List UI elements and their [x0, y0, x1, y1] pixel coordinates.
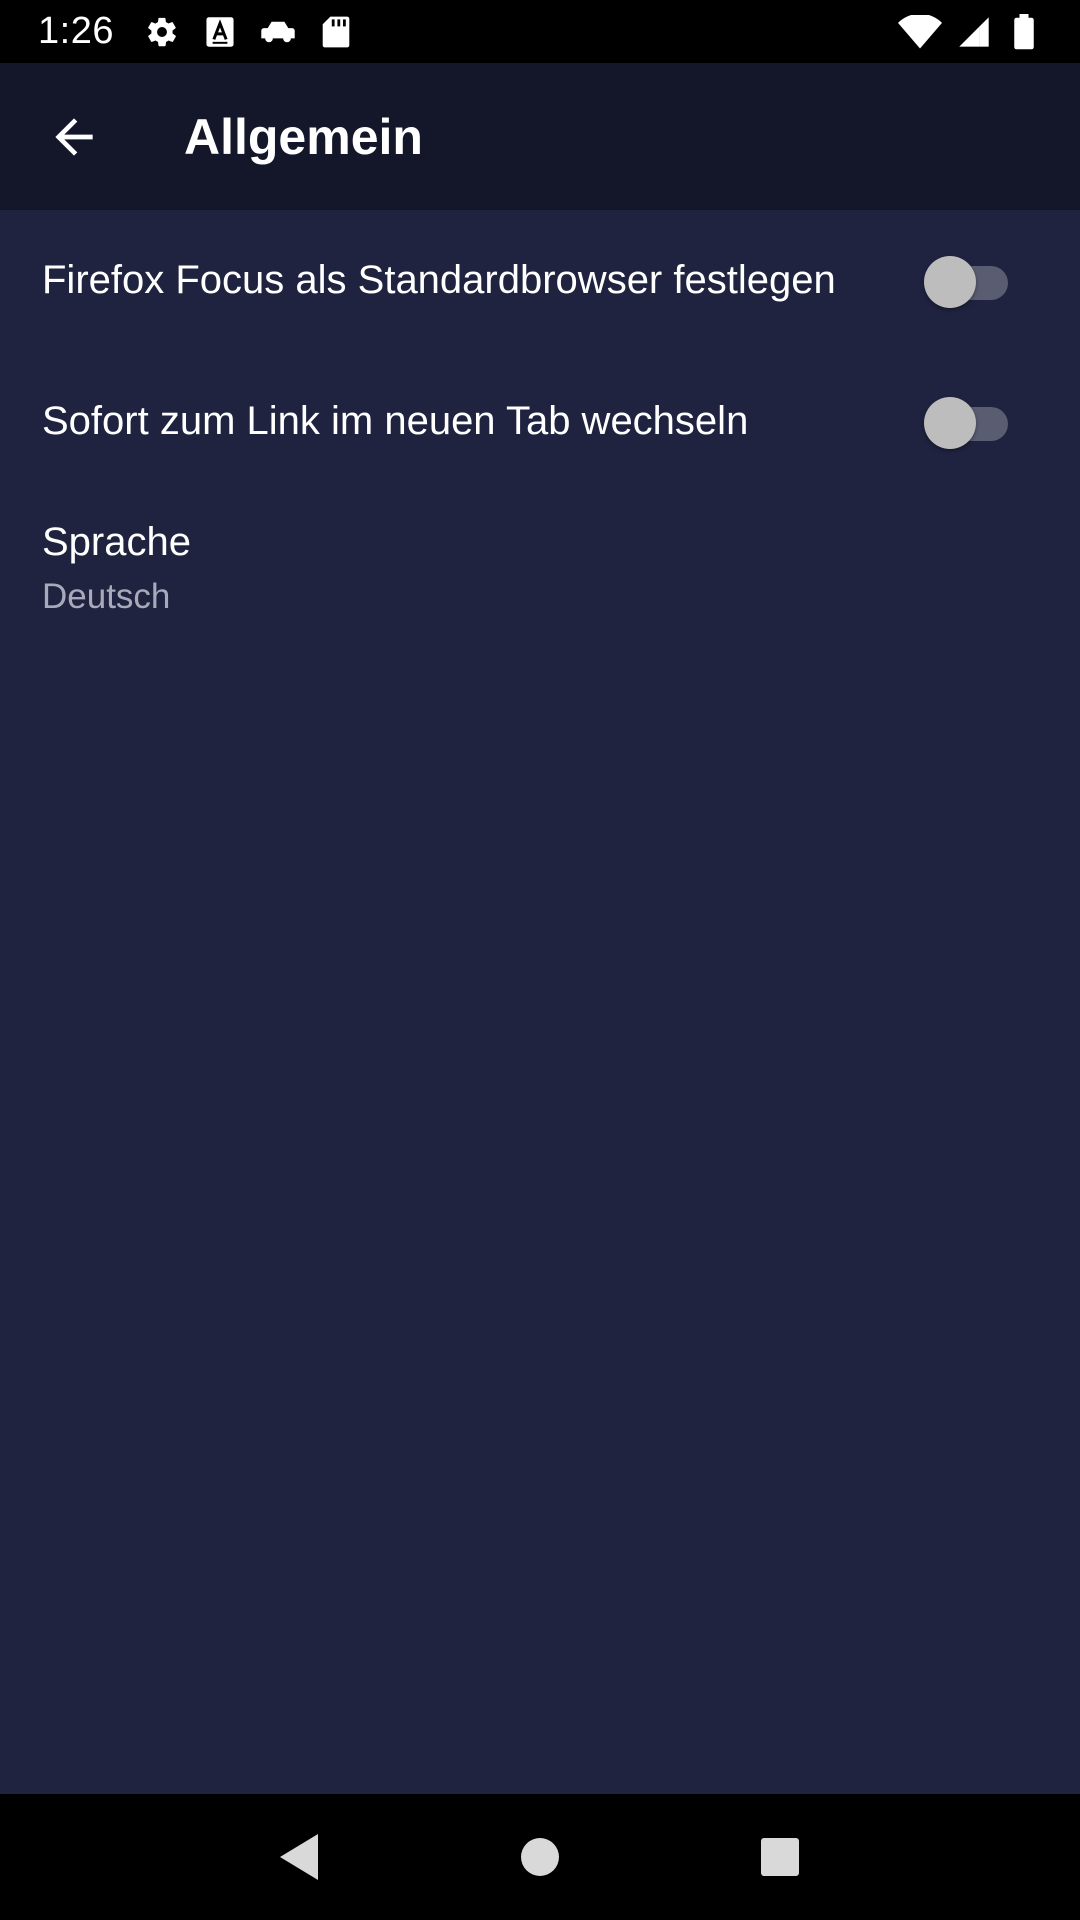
sd-card-icon — [318, 14, 354, 50]
status-bar: 1:26 — [0, 0, 1080, 63]
system-icons — [898, 13, 1042, 50]
setting-language-value: Deutsch — [42, 577, 171, 616]
toggle-thumb — [924, 255, 976, 308]
page-title: Allgemein — [184, 108, 423, 165]
nav-recents-icon — [761, 1838, 799, 1876]
arrow-back-icon — [55, 117, 93, 156]
toggle-thumb — [924, 396, 976, 449]
signal-icon — [956, 14, 992, 50]
settings-screen: 1:26 Allgemein Firefox Focus als Standar… — [0, 0, 1080, 1920]
wifi-icon — [898, 14, 942, 50]
app-bar: Allgemein — [0, 63, 1080, 210]
setting-switch-to-new-tab[interactable]: Sofort zum Link im neuen Tab wechseln — [0, 351, 1080, 492]
setting-switch-to-new-tab-label: Sofort zum Link im neuen Tab wechseln — [42, 399, 749, 443]
nav-home-button[interactable] — [495, 1812, 585, 1902]
gear-icon — [144, 14, 180, 50]
switch-to-new-tab-toggle[interactable] — [924, 395, 1008, 449]
nav-back-icon — [280, 1834, 318, 1880]
setting-default-browser-label: Firefox Focus als Standardbrowser festle… — [42, 258, 836, 302]
nav-home-icon — [521, 1838, 559, 1876]
default-browser-toggle[interactable] — [924, 254, 1008, 308]
navigation-bar — [0, 1794, 1080, 1920]
setting-language-title: Sprache — [42, 520, 191, 564]
back-button[interactable] — [26, 89, 122, 185]
font-icon — [202, 14, 238, 50]
status-time: 1:26 — [38, 10, 114, 52]
nav-recents-button[interactable] — [735, 1812, 825, 1902]
notification-icons — [144, 14, 354, 50]
setting-language[interactable]: Sprache Deutsch — [0, 492, 1080, 638]
nav-back-button[interactable] — [255, 1812, 345, 1902]
settings-list: Firefox Focus als Standardbrowser festle… — [0, 210, 1080, 638]
car-icon — [260, 14, 296, 50]
battery-icon — [1006, 13, 1042, 50]
setting-default-browser[interactable]: Firefox Focus als Standardbrowser festle… — [0, 210, 1080, 351]
